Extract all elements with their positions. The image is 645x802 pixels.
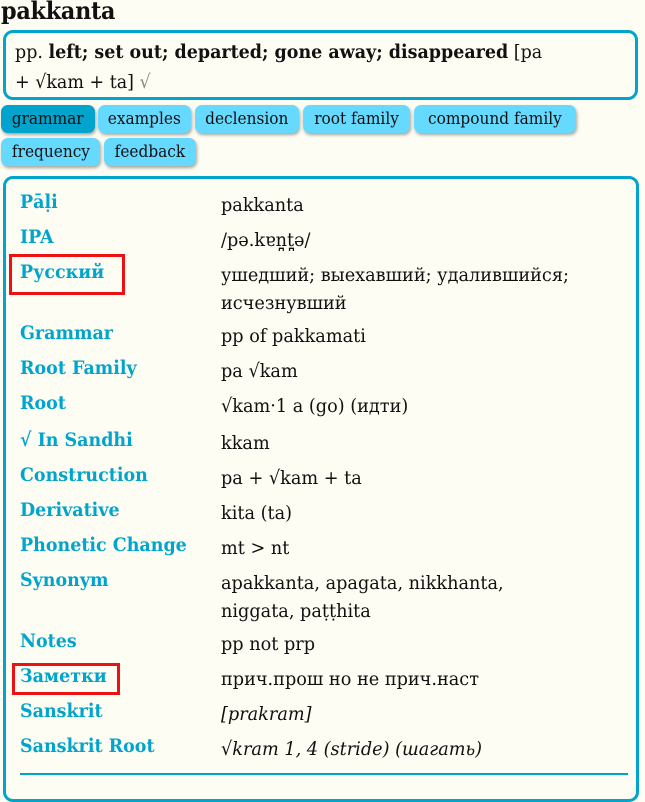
row-value: pa √kam <box>221 360 298 382</box>
summary-meaning: left; set out; departed; gone away; disa… <box>48 41 509 63</box>
row-value: kita (ta) <box>221 502 293 524</box>
summary-construction: [pa <box>513 41 543 63</box>
row-value: kkam <box>221 432 270 454</box>
row-value: /pə.kɐn̪t̪ə/ <box>221 229 311 251</box>
tab-frequency[interactable]: frequency <box>1 138 100 166</box>
row-value: ушедший; выехавший; удалившийся; исчезнув… <box>221 264 569 314</box>
row-label: Phonetic Change <box>20 534 187 556</box>
summary-box: pp. left; set out; departed; gone away; … <box>3 30 638 100</box>
tab-compound-family[interactable]: compound family <box>414 105 576 133</box>
row-value: pakkanta <box>221 194 304 216</box>
row-label: IPA <box>20 226 54 248</box>
row-label: Construction <box>20 464 148 486</box>
headword-title: pakkanta <box>1 0 116 25</box>
row-label: Notes <box>20 630 77 652</box>
row-value: mt > nt <box>221 537 290 559</box>
row-label: Derivative <box>20 499 120 521</box>
row-label: √ In Sandhi <box>20 429 133 451</box>
row-value: √kam·1 a (go) (идти) <box>221 395 409 417</box>
highlight-box-notes-russian <box>12 663 120 695</box>
highlight-box-russian <box>9 254 125 295</box>
row-value: √kram 1, 4 (stride) (шагать) <box>221 738 482 760</box>
row-label: Sanskrit <box>20 700 103 722</box>
root-icon[interactable]: √ <box>140 71 151 93</box>
row-label: Pāḷi <box>20 191 58 213</box>
row-label: Sanskrit Root <box>20 735 155 757</box>
tab-grammar[interactable]: grammar <box>1 105 95 133</box>
tab-declension[interactable]: declension <box>195 105 299 133</box>
row-value: pp of pakkamati <box>221 325 366 347</box>
tab-root-family[interactable]: root family <box>303 105 410 133</box>
row-label: Synonym <box>20 569 109 591</box>
row-value: pp not prp <box>221 633 316 655</box>
summary-pos: pp. <box>15 41 43 63</box>
summary-text: pp. left; set out; departed; gone away; … <box>15 37 585 97</box>
row-value: [prakram] <box>221 703 312 725</box>
divider <box>20 773 628 775</box>
tab-examples[interactable]: examples <box>98 105 191 133</box>
row-label: Root Family <box>20 357 137 379</box>
tab-feedback[interactable]: feedback <box>104 138 196 166</box>
row-label: Root <box>20 392 66 414</box>
row-label: Grammar <box>20 322 113 344</box>
row-value: прич.прош но не прич.наст <box>221 668 479 690</box>
row-value: apakkanta, apagata, nikkhanta, niggata, p… <box>221 572 504 622</box>
row-value: pa + √kam + ta <box>221 467 362 489</box>
summary-construction-cont: + √kam + ta] <box>15 71 134 93</box>
